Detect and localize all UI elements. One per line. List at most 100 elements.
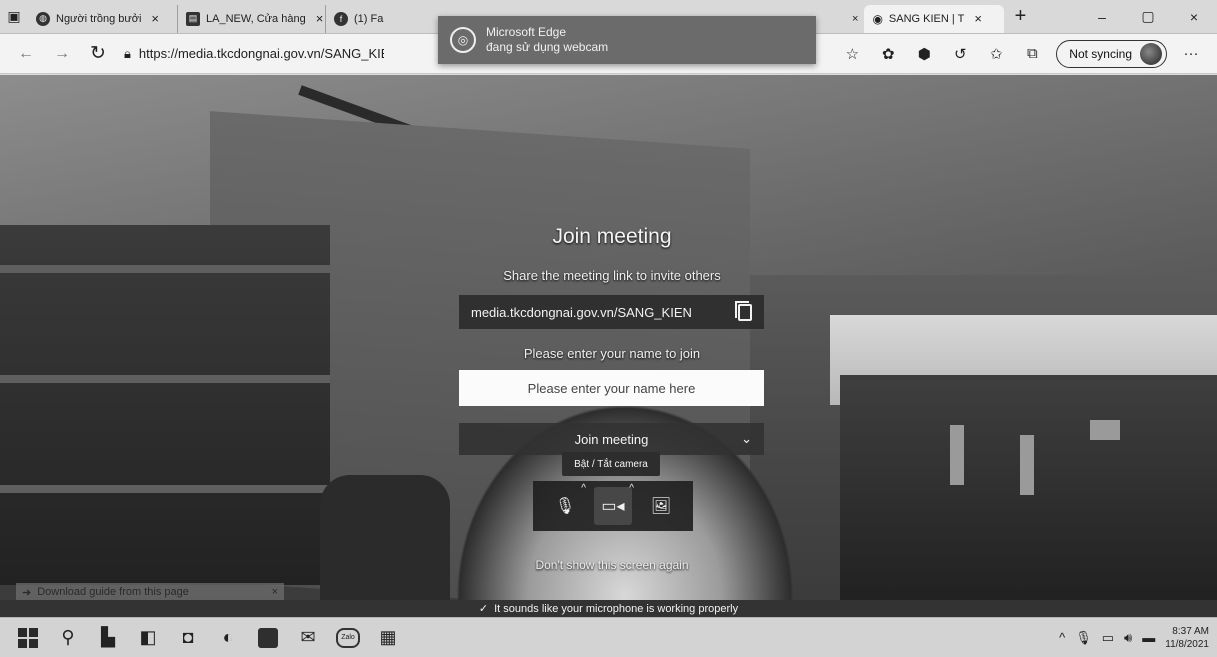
widgets-icon[interactable]: ◧ xyxy=(128,618,168,657)
task-view-icon[interactable]: ▙ xyxy=(88,618,128,657)
mic-status-text: It sounds like your microphone is workin… xyxy=(494,602,739,615)
tab-actions-button[interactable]: ▣ xyxy=(0,0,28,34)
back-button[interactable]: ← xyxy=(8,38,44,70)
extension-icon[interactable]: ✿ xyxy=(870,38,906,70)
chevron-down-icon[interactable]: ⌄ xyxy=(741,431,752,447)
network-icon[interactable]: ▭ xyxy=(1102,630,1114,646)
shield-icon[interactable]: ⬢ xyxy=(906,38,942,70)
refresh-button[interactable]: ↻ xyxy=(80,38,116,70)
system-tray: ^ 🎙︎ ▭ 🔊︎ ▬ 8:37 AM 11/8/2021 xyxy=(1059,625,1217,651)
maximize-button[interactable]: ▢ xyxy=(1125,0,1171,34)
chevron-up-icon[interactable]: ^ xyxy=(581,483,586,494)
zalo-label: Zalo xyxy=(336,627,360,648)
copy-icon[interactable] xyxy=(735,300,752,321)
volume-icon[interactable]: 🔊︎ xyxy=(1124,630,1132,646)
tab-la-new[interactable]: ▤ LA_NEW, Cửa hàng × xyxy=(178,4,326,33)
favorites-icon[interactable]: ✩ xyxy=(978,38,1014,70)
tab-label: LA_NEW, Cửa hàng xyxy=(206,12,306,25)
microphone-tray-icon[interactable]: 🎙︎ xyxy=(1075,630,1092,646)
tab-facebook[interactable]: f (1) Fa xyxy=(326,5,406,33)
file-explorer-icon[interactable] xyxy=(248,618,288,657)
minimize-button[interactable]: – xyxy=(1079,0,1125,34)
meeting-link: media.tkcdongnai.gov.vn/SANG_KIEN xyxy=(471,304,692,320)
mail-icon[interactable]: ✉ xyxy=(288,618,328,657)
video-background-shelf xyxy=(0,225,330,585)
profile-sync-button[interactable]: Not syncing xyxy=(1056,39,1167,68)
video-background-cabinet xyxy=(840,375,1217,617)
start-button[interactable] xyxy=(8,618,48,657)
toolbar: ☆ ✿ ⬢ ↺ ✩ ⧉ Not syncing ··· xyxy=(834,38,1209,70)
share-link-text: Share the meeting link to invite others xyxy=(503,268,721,283)
url-field[interactable]: 🔒︎ https://media.tkcdongnai.gov.vn/SANG_… xyxy=(124,46,384,62)
binder xyxy=(1020,435,1034,495)
camera-tooltip: Bật / Tắt camera xyxy=(562,452,660,476)
tab-close-icon[interactable]: × xyxy=(846,5,864,33)
close-window-button[interactable]: × xyxy=(1171,0,1217,34)
new-tab-button[interactable]: + xyxy=(1004,3,1036,31)
globe-icon: ◍ xyxy=(36,11,50,26)
shelf-plank xyxy=(0,265,330,273)
more-menu-button[interactable]: ··· xyxy=(1173,38,1209,70)
zalo-icon[interactable]: Zalo xyxy=(328,618,368,657)
tab-nguoi-trong-buoi[interactable]: ◍ Người trồng bưởi × xyxy=(28,4,178,33)
refresh-extension-icon[interactable]: ↺ xyxy=(942,38,978,70)
clock-time: 8:37 AM xyxy=(1172,625,1209,637)
dont-show-again-link[interactable]: Don't show this screen again xyxy=(460,558,764,572)
clock-date: 11/8/2021 xyxy=(1165,638,1209,650)
tab-sang-kien[interactable]: ◉ SANG KIEN | T × xyxy=(864,4,1005,33)
tab-label: Người trồng bưởi xyxy=(56,12,142,25)
tab-close-icon[interactable]: × xyxy=(316,11,324,26)
edge-icon[interactable]: ◐ xyxy=(208,618,248,657)
camera-icon: ▭◂ xyxy=(601,498,625,515)
facebook-icon: f xyxy=(334,11,348,26)
check-icon: ✓ xyxy=(478,603,489,615)
url-text: https://media.tkcdongnai.gov.vn/SANG_KIE… xyxy=(138,46,384,61)
binder xyxy=(950,425,964,485)
shelf-plank xyxy=(0,485,330,493)
camera-toggle-button[interactable]: ▭◂ ^ xyxy=(594,483,634,525)
background-button[interactable]: 🖼︎ xyxy=(642,487,680,525)
meeting-link-box: media.tkcdongnai.gov.vn/SANG_KIEN xyxy=(459,295,764,329)
webcam-notice-message: đang sử dụng webcam xyxy=(486,40,609,54)
clock[interactable]: 8:37 AM 11/8/2021 xyxy=(1165,625,1209,651)
name-input[interactable] xyxy=(459,370,764,406)
windows-icon xyxy=(18,627,38,648)
word-icon[interactable]: ▦ xyxy=(368,618,408,657)
join-meeting-title: Join meeting xyxy=(552,225,672,248)
collections-icon[interactable]: ⧉ xyxy=(1014,38,1050,70)
mic-status-bar: ✓ It sounds like your microphone is work… xyxy=(0,600,1217,617)
avatar xyxy=(1140,42,1162,65)
close-icon[interactable]: × xyxy=(272,586,278,598)
chevron-up-icon[interactable]: ^ xyxy=(1059,630,1065,645)
forward-button[interactable]: → xyxy=(44,38,80,70)
webcam-notification[interactable]: ◎ Microsoft Edge đang sử dụng webcam xyxy=(438,16,816,64)
arrow-icon: ➜ xyxy=(22,586,32,599)
tab-close-icon[interactable]: × xyxy=(151,11,159,26)
add-favorite-icon[interactable]: ☆ xyxy=(834,38,870,70)
tab-label: (1) Fa xyxy=(354,12,384,25)
camera-in-use-icon: ◉ xyxy=(872,11,883,26)
tab-close-icon[interactable]: × xyxy=(974,11,982,26)
download-guide-bar[interactable]: ➜ Download guide from this page × xyxy=(16,583,284,601)
lock-icon: 🔒︎ xyxy=(124,45,131,61)
microphone-button[interactable]: 🎙︎ ^ xyxy=(546,483,586,525)
image-icon: 🖼︎ xyxy=(650,498,672,515)
webcam-icon: ◎ xyxy=(450,27,476,53)
join-meeting-button[interactable]: Join meeting ⌄ xyxy=(459,423,764,455)
store-icon: ▤ xyxy=(186,11,200,26)
download-guide-text: Download guide from this page xyxy=(37,586,189,598)
taskbar: ⚲ ▙ ◧ ◘ ◐ ✉ Zalo ▦ ^ 🎙︎ ▭ 🔊︎ ▬ 8:37 AM 1… xyxy=(0,617,1217,657)
search-icon[interactable]: ⚲ xyxy=(48,618,88,657)
media-controls: 🎙︎ ^ ▭◂ ^ 🖼︎ xyxy=(533,481,693,531)
shelf-plank xyxy=(0,375,330,383)
chevron-up-icon[interactable]: ^ xyxy=(629,483,634,494)
tab-label: SANG KIEN | T xyxy=(888,12,965,25)
binder xyxy=(1090,420,1120,440)
join-button-label: Join meeting xyxy=(574,431,649,447)
webcam-notice-title: Microsoft Edge xyxy=(486,25,567,39)
sync-label: Not syncing xyxy=(1069,46,1132,61)
chat-icon[interactable]: ◘ xyxy=(168,618,208,657)
name-label: Please enter your name to join xyxy=(523,346,701,361)
window-controls: – ▢ × xyxy=(1079,0,1217,34)
battery-icon[interactable]: ▬ xyxy=(1142,630,1155,645)
